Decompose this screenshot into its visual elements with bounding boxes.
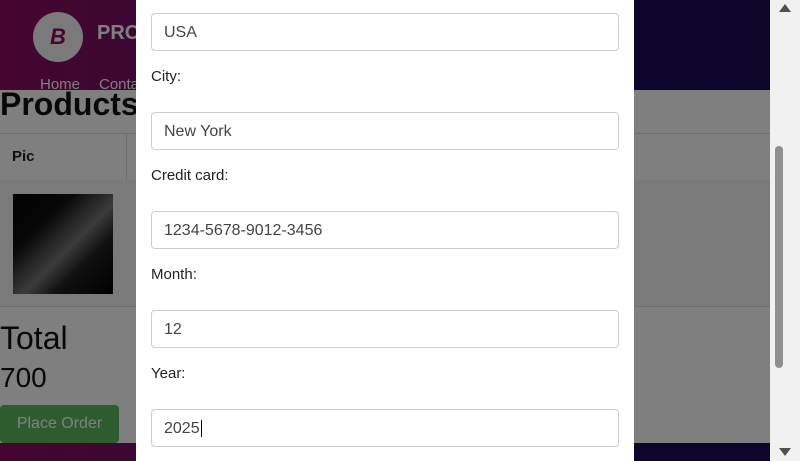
city-label: City: bbox=[151, 68, 181, 85]
year-label: Year: bbox=[151, 365, 186, 382]
scrollbar[interactable] bbox=[770, 0, 800, 461]
country-value: USA bbox=[164, 24, 197, 41]
city-field[interactable]: New York bbox=[151, 112, 619, 150]
country-field[interactable]: USA bbox=[151, 13, 619, 51]
chevron-up-icon[interactable] bbox=[779, 4, 791, 12]
text-caret bbox=[200, 420, 202, 438]
year-value-wrap: 2025 bbox=[164, 420, 202, 438]
city-value: New York bbox=[164, 123, 232, 140]
year-value: 2025 bbox=[164, 420, 200, 437]
credit-card-field[interactable]: 1234-5678-9012-3456 bbox=[151, 211, 619, 249]
year-field[interactable]: 2025 bbox=[151, 409, 619, 447]
order-modal: USA City: New York Credit card: 1234-567… bbox=[136, 0, 634, 461]
scrollbar-thumb[interactable] bbox=[775, 146, 783, 368]
month-field[interactable]: 12 bbox=[151, 310, 619, 348]
month-label: Month: bbox=[151, 266, 197, 283]
credit-card-label: Credit card: bbox=[151, 167, 229, 184]
credit-card-value: 1234-5678-9012-3456 bbox=[164, 222, 323, 239]
chevron-down-icon[interactable] bbox=[779, 448, 791, 456]
month-value: 12 bbox=[164, 321, 182, 338]
